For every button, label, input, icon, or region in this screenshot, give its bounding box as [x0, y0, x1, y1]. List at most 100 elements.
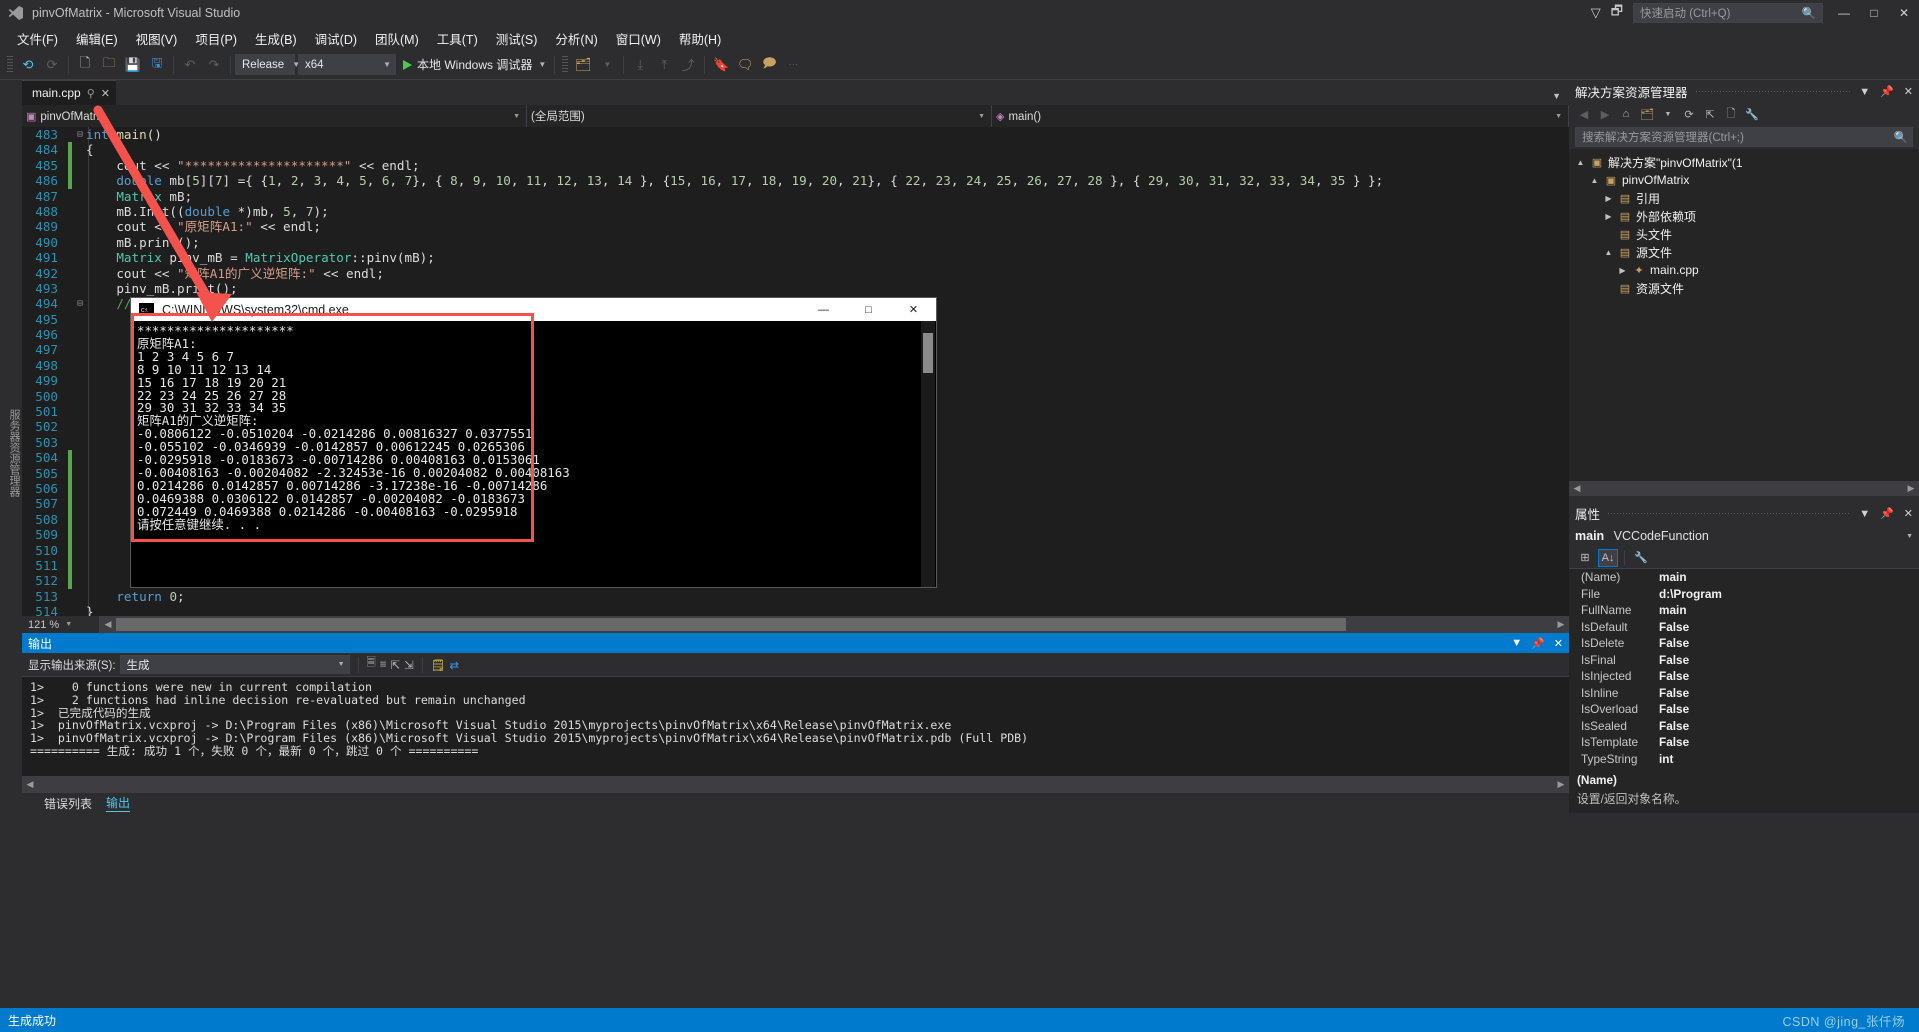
- start-debug-button[interactable]: 本地 Windows 调试器 ▼: [399, 56, 550, 73]
- tree-item[interactable]: ▶ ✦ main.cpp: [1569, 261, 1919, 279]
- minimize-button[interactable]: —: [1829, 0, 1859, 26]
- chevron-down-icon[interactable]: ▼: [595, 53, 619, 77]
- go-to-previous-icon[interactable]: ⇱: [391, 658, 401, 672]
- property-row[interactable]: File d:\Program: [1569, 586, 1919, 603]
- fold-toggle-icon[interactable]: [74, 219, 86, 234]
- save-icon[interactable]: 💾: [121, 53, 145, 77]
- fold-toggle-icon[interactable]: [74, 235, 86, 250]
- pin-icon[interactable]: ⚲: [87, 87, 95, 100]
- expander-icon[interactable]: ▲: [1589, 176, 1600, 185]
- property-value[interactable]: False: [1653, 653, 1689, 667]
- code-line[interactable]: 489 cout << "原矩阵A1:" << endl;: [22, 219, 1569, 234]
- fold-toggle-icon[interactable]: [74, 604, 86, 616]
- property-row[interactable]: (Name) main: [1569, 569, 1919, 586]
- expander-icon[interactable]: ▶: [1617, 266, 1628, 275]
- properties-icon[interactable]: 🔧: [1743, 105, 1761, 123]
- fold-toggle-icon[interactable]: [74, 312, 86, 327]
- fold-toggle-icon[interactable]: [74, 266, 86, 281]
- fold-toggle-icon[interactable]: [74, 481, 86, 496]
- comment-icon[interactable]: 🗨: [733, 53, 757, 77]
- zoom-level-select[interactable]: 121 % ▼: [22, 616, 100, 633]
- code-line[interactable]: 492 cout << "矩阵A1的广义逆矩阵:" << endl;: [22, 266, 1569, 281]
- code-line[interactable]: 486 double mb[5][7] ={ {1, 2, 3, 4, 5, 6…: [22, 173, 1569, 189]
- property-row[interactable]: TypeString int: [1569, 751, 1919, 768]
- toggle-wordwrap-icon[interactable]: ≡: [380, 659, 387, 671]
- fold-toggle-icon[interactable]: [74, 327, 86, 342]
- code-line[interactable]: 493 pinv_mB.print();: [22, 281, 1569, 296]
- property-value[interactable]: False: [1653, 620, 1689, 634]
- properties-object-select[interactable]: main VCCodeFunction ▼: [1569, 525, 1919, 547]
- tree-item[interactable]: ▲ ▣ pinvOfMatrix: [1569, 171, 1919, 189]
- solution-search-input[interactable]: 搜索解决方案资源管理器(Ctrl+;) 🔍: [1575, 127, 1913, 147]
- fold-toggle-icon[interactable]: [74, 419, 86, 434]
- property-value[interactable]: False: [1653, 686, 1689, 700]
- property-value[interactable]: main: [1653, 603, 1687, 617]
- property-value[interactable]: False: [1653, 636, 1689, 650]
- output-horizontal-scrollbar[interactable]: ◀ ▶: [22, 776, 1569, 793]
- expander-icon[interactable]: ▲: [1603, 248, 1614, 257]
- open-file-icon[interactable]: 🗀: [97, 53, 121, 77]
- code-line[interactable]: 484 {: [22, 142, 1569, 158]
- categorized-view-icon[interactable]: ⊞: [1575, 549, 1595, 567]
- forward-icon[interactable]: ▶: [1596, 105, 1614, 123]
- fold-toggle-icon[interactable]: [74, 173, 86, 188]
- tab-main-cpp[interactable]: main.cpp ⚲ ✕: [22, 80, 116, 105]
- property-value[interactable]: main: [1653, 570, 1687, 584]
- fold-toggle-icon[interactable]: [74, 358, 86, 373]
- solution-tree-scrollbar[interactable]: ◀ ▶: [1569, 481, 1919, 496]
- tree-item[interactable]: ▲ ▣ 解决方案"pinvOfMatrix"(1: [1569, 153, 1919, 171]
- menu-item-test[interactable]: 测试(S): [487, 27, 547, 50]
- pin-icon[interactable]: 📌: [1531, 637, 1545, 650]
- fold-toggle-icon[interactable]: [74, 573, 86, 588]
- tab-error-list[interactable]: 错误列表: [44, 795, 92, 812]
- code-line[interactable]: 491 Matrix pinv_mB = MatrixOperator::pin…: [22, 250, 1569, 265]
- menu-item-file[interactable]: 文件(F): [8, 27, 67, 50]
- fold-toggle-icon[interactable]: [74, 342, 86, 357]
- cmd-minimize-button[interactable]: —: [801, 298, 846, 321]
- code-line[interactable]: 513 return 0;: [22, 589, 1569, 604]
- code-line[interactable]: 483 ⊟ int main(): [22, 127, 1569, 142]
- uncomment-icon[interactable]: 🗩: [757, 53, 781, 77]
- clear-pane-icon[interactable]: 🗒: [431, 658, 446, 672]
- tree-item[interactable]: ▶ ▤ 外部依赖项: [1569, 207, 1919, 225]
- new-project-icon[interactable]: 🗋: [73, 53, 97, 77]
- scroll-left-icon[interactable]: ◀: [1569, 483, 1585, 494]
- tree-item[interactable]: ▤ 资源文件: [1569, 279, 1919, 297]
- solution-configuration-select[interactable]: Release ▼: [235, 54, 300, 75]
- pin-icon[interactable]: 📌: [1880, 85, 1894, 98]
- property-row[interactable]: FullName main: [1569, 602, 1919, 619]
- tree-item[interactable]: ▶ ▤ 引用: [1569, 189, 1919, 207]
- back-icon[interactable]: ◀: [1575, 105, 1593, 123]
- fold-toggle-icon[interactable]: [74, 142, 86, 157]
- scroll-left-icon[interactable]: ◀: [22, 779, 38, 790]
- scroll-left-icon[interactable]: ◀: [100, 619, 116, 630]
- toolbar-grip[interactable]: [7, 55, 13, 74]
- pending-changes-icon[interactable]: 🗂: [1638, 105, 1656, 123]
- bookmark-icon[interactable]: 🔖: [709, 53, 733, 77]
- fold-toggle-icon[interactable]: [74, 558, 86, 573]
- fold-toggle-icon[interactable]: [74, 527, 86, 542]
- cmd-maximize-button[interactable]: □: [846, 298, 891, 321]
- server-explorer-tab[interactable]: 服务器资源管理器: [0, 80, 22, 813]
- pin-icon[interactable]: 📌: [1880, 507, 1894, 520]
- menu-item-build[interactable]: 生成(B): [246, 27, 306, 50]
- close-icon[interactable]: ✕: [101, 87, 110, 100]
- fold-toggle-icon[interactable]: [74, 373, 86, 388]
- property-value[interactable]: False: [1653, 669, 1689, 683]
- fold-toggle-icon[interactable]: [74, 466, 86, 481]
- fold-toggle-icon[interactable]: [74, 189, 86, 204]
- go-to-next-icon[interactable]: ⇲: [404, 658, 414, 672]
- fold-toggle-icon[interactable]: [74, 281, 86, 296]
- property-row[interactable]: IsDefault False: [1569, 619, 1919, 636]
- collapse-all-icon[interactable]: ⇱: [1701, 105, 1719, 123]
- more-toolbar-icon[interactable]: ⋯: [781, 53, 805, 77]
- property-row[interactable]: IsFinal False: [1569, 652, 1919, 669]
- close-button[interactable]: ✕: [1889, 0, 1919, 26]
- code-line[interactable]: 488 mB.Init((double *)mb, 5, 7);: [22, 204, 1569, 219]
- fold-toggle-icon[interactable]: [74, 404, 86, 419]
- cmd-scrollbar[interactable]: [921, 321, 935, 587]
- menu-item-project[interactable]: 项目(P): [186, 27, 246, 50]
- property-row[interactable]: IsOverload False: [1569, 701, 1919, 718]
- navigate-backward-icon[interactable]: ⟲: [16, 53, 40, 77]
- chevron-down-icon[interactable]: ▼: [1859, 86, 1870, 98]
